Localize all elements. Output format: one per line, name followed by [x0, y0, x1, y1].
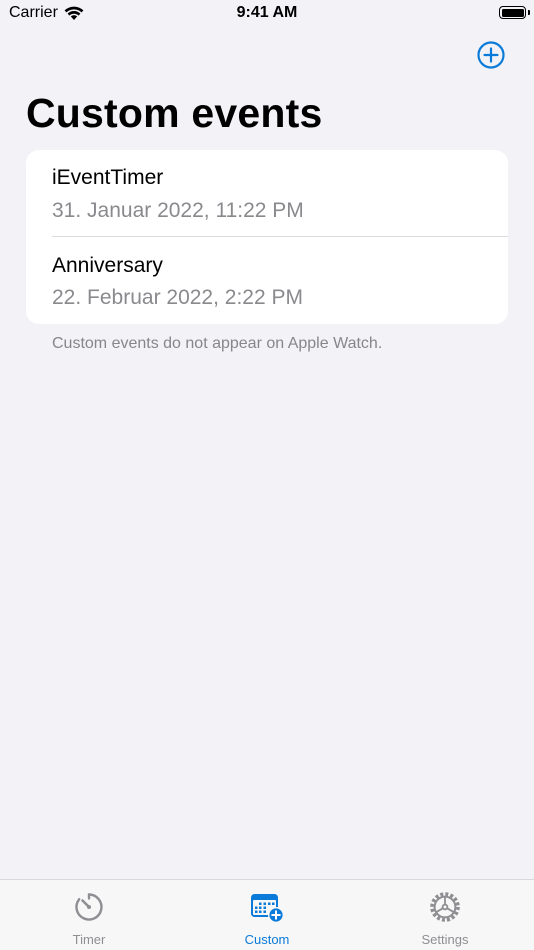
tab-timer[interactable]: Timer	[0, 880, 178, 950]
event-row[interactable]: Anniversary 22. Februar 2022, 2:22 PM	[26, 237, 508, 324]
status-time: 9:41 AM	[236, 4, 298, 21]
event-name: iEventTimer	[52, 166, 164, 189]
tab-settings[interactable]: Settings	[356, 880, 534, 950]
tab-label: Timer	[72, 932, 106, 947]
event-row[interactable]: iEventTimer 31. Januar 2022, 11:22 PM	[26, 150, 508, 237]
event-name: Anniversary	[52, 254, 163, 277]
events-list: iEventTimer 31. Januar 2022, 11:22 PM An…	[26, 150, 508, 324]
gear-icon	[430, 892, 460, 922]
event-date: 22. Februar 2022, 2:22 PM	[52, 286, 303, 309]
timer-icon	[75, 893, 103, 921]
calendar-add-icon	[251, 894, 284, 923]
status-bar: Carrier 9:41 AM	[0, 0, 534, 30]
page-title: Custom events	[26, 90, 323, 136]
tab-label: Settings	[421, 932, 469, 947]
battery-cap	[528, 10, 530, 15]
event-date: 31. Januar 2022, 11:22 PM	[52, 199, 304, 222]
plus-circle-icon	[477, 41, 505, 69]
battery-icon	[499, 6, 526, 19]
footer-note: Custom events do not appear on Apple Wat…	[52, 335, 383, 352]
tab-label: Custom	[244, 932, 290, 947]
add-event-button[interactable]	[476, 40, 506, 70]
tab-bar: Timer Custom Settings	[0, 879, 534, 950]
tab-custom[interactable]: Custom	[178, 880, 356, 950]
